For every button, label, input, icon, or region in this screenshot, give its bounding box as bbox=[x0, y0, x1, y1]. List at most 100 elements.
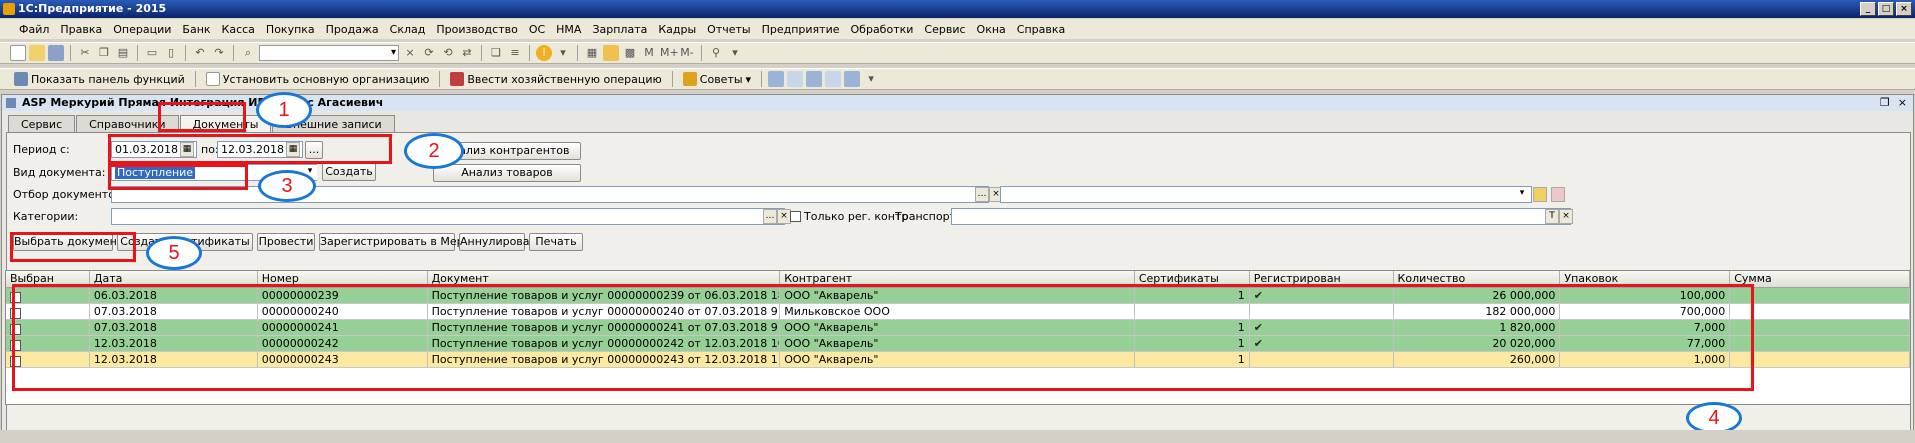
transport-clear-icon[interactable]: × bbox=[1559, 209, 1573, 224]
annul-button[interactable]: Аннулировать bbox=[459, 233, 542, 251]
functions-toolbar: Показать панель функций Установить основ… bbox=[0, 68, 1915, 90]
copy-icon[interactable]: ❐ bbox=[96, 45, 112, 61]
separator bbox=[137, 45, 138, 61]
categories-input[interactable] bbox=[111, 208, 785, 225]
reset-filter-icon[interactable] bbox=[1551, 187, 1565, 202]
cell-sum bbox=[1730, 304, 1910, 319]
only-reg-label: Только рег. контр bbox=[804, 210, 909, 223]
report-icon[interactable] bbox=[768, 71, 785, 87]
menu-item-2[interactable]: Операции bbox=[108, 23, 177, 36]
find-prev-icon[interactable]: ⟲ bbox=[440, 45, 456, 61]
callout-1: 1 bbox=[256, 92, 312, 128]
categories-clear-icon[interactable]: × bbox=[777, 209, 791, 224]
enter-operation-label: Ввести хозяйственную операцию bbox=[467, 72, 662, 86]
menu-bar: Файл Правка Операции Банк Касса Покупка Продаж… bbox=[0, 19, 1915, 39]
register-mercury-button[interactable]: Зарегистрировать в Меркурии bbox=[319, 233, 498, 251]
transport-input[interactable] bbox=[951, 208, 1571, 225]
separator bbox=[233, 45, 234, 61]
analyze-goods-button[interactable]: Анализ товаров bbox=[433, 164, 581, 182]
table-icon[interactable]: ▦ bbox=[584, 45, 600, 61]
transport-type-icon[interactable]: T bbox=[1545, 209, 1559, 224]
post-button[interactable]: Провести bbox=[257, 233, 315, 251]
menu-item-10[interactable]: НМА bbox=[551, 23, 587, 36]
maximize-button[interactable]: □ bbox=[1878, 2, 1894, 16]
menu-item-9[interactable]: ОС bbox=[524, 23, 551, 36]
save-filter-icon[interactable] bbox=[1533, 187, 1547, 202]
transport-label: Транспорт: bbox=[895, 210, 960, 223]
memory-plus-icon[interactable]: M+ bbox=[660, 45, 679, 61]
tab-service[interactable]: Сервис bbox=[8, 115, 76, 133]
menu-item-7[interactable]: Склад bbox=[385, 23, 432, 36]
menu-item-13[interactable]: Отчеты bbox=[702, 23, 756, 36]
dropdown-icon[interactable]: ▾ bbox=[555, 45, 571, 61]
replace-icon[interactable]: ⇄ bbox=[459, 45, 475, 61]
windows-icon[interactable]: ❏ bbox=[488, 45, 504, 61]
info-icon[interactable]: i bbox=[536, 45, 552, 61]
close-button[interactable]: × bbox=[1896, 2, 1912, 16]
standard-toolbar: ✂ ❐ ▤ ▭ ▯ ↶ ↷ ⌕ × ⟳ ⟲ ⇄ ❏ ≡ i ▾ ▦ ▩ M M+… bbox=[0, 42, 1915, 64]
form-restore-button[interactable]: ❐ bbox=[1880, 95, 1890, 111]
cell-sum bbox=[1730, 352, 1910, 367]
chevron-down-icon[interactable]: ▾ bbox=[1515, 187, 1529, 202]
cut-icon[interactable]: ✂ bbox=[77, 45, 93, 61]
menu-item-14[interactable]: Предприятие bbox=[757, 23, 846, 36]
highlight-doc-type bbox=[108, 164, 248, 190]
separator bbox=[439, 71, 441, 87]
menu-item-16[interactable]: Сервис bbox=[919, 23, 971, 36]
create-button[interactable]: Создать bbox=[322, 163, 376, 181]
search-combo[interactable] bbox=[259, 45, 399, 61]
memory-m-icon[interactable]: M bbox=[641, 45, 657, 61]
menu-item-11[interactable]: Зарплата bbox=[587, 23, 653, 36]
dropdown-icon[interactable]: ▾ bbox=[863, 71, 879, 87]
only-reg-checkbox[interactable] bbox=[790, 211, 801, 222]
print-button[interactable]: Печать bbox=[529, 233, 583, 251]
menu-item-1[interactable]: Правка bbox=[55, 23, 108, 36]
register-icon[interactable] bbox=[844, 71, 861, 87]
tips-button[interactable]: Советы ▾ bbox=[679, 70, 755, 88]
set-org-button[interactable]: Установить основную организацию bbox=[202, 70, 434, 88]
col-sum[interactable]: Сумма bbox=[1730, 271, 1910, 287]
menu-item-5[interactable]: Покупка bbox=[261, 23, 321, 36]
menu-item-6[interactable]: Продажа bbox=[321, 23, 385, 36]
preview-icon[interactable]: ▯ bbox=[163, 45, 179, 61]
find-next-icon[interactable]: ⟳ bbox=[421, 45, 437, 61]
menu-item-0[interactable]: Файл bbox=[14, 23, 55, 36]
filter-select-icon[interactable]: … bbox=[975, 187, 989, 202]
catalog-icon[interactable] bbox=[806, 71, 823, 87]
show-panel-button[interactable]: Показать панель функций bbox=[10, 70, 189, 88]
calendar-icon[interactable] bbox=[603, 45, 619, 61]
save-icon[interactable] bbox=[48, 45, 64, 61]
find-icon[interactable]: ⌕ bbox=[240, 45, 256, 61]
menu-item-17[interactable]: Окна bbox=[972, 23, 1012, 36]
dropdown-icon[interactable]: ▾ bbox=[727, 45, 743, 61]
menu-item-4[interactable]: Касса bbox=[217, 23, 261, 36]
memory-minus-icon[interactable]: M- bbox=[679, 45, 695, 61]
menu-item-12[interactable]: Кадры bbox=[653, 23, 702, 36]
form-close-button[interactable]: × bbox=[1898, 95, 1907, 111]
menu-item-3[interactable]: Банк bbox=[177, 23, 216, 36]
enter-operation-button[interactable]: Ввести хозяйственную операцию bbox=[446, 70, 665, 88]
menu-item-15[interactable]: Обработки bbox=[846, 23, 920, 36]
journal-icon[interactable] bbox=[787, 71, 804, 87]
clear-search-icon[interactable]: × bbox=[402, 45, 418, 61]
menu-item-8[interactable]: Производство bbox=[431, 23, 523, 36]
tools-icon[interactable]: ⚲ bbox=[708, 45, 724, 61]
categories-select-icon[interactable]: … bbox=[763, 209, 777, 224]
highlight-table bbox=[12, 284, 1754, 391]
redo-icon[interactable]: ↷ bbox=[211, 45, 227, 61]
filter-value-input[interactable] bbox=[1000, 186, 1532, 203]
new-icon[interactable] bbox=[10, 45, 26, 61]
open-icon[interactable] bbox=[29, 45, 45, 61]
list-icon[interactable]: ≡ bbox=[507, 45, 523, 61]
print-icon[interactable]: ▭ bbox=[144, 45, 160, 61]
categories-label: Категории: bbox=[13, 210, 79, 223]
undo-icon[interactable]: ↶ bbox=[192, 45, 208, 61]
paste-icon[interactable]: ▤ bbox=[115, 45, 131, 61]
separator bbox=[529, 45, 530, 61]
tips-icon bbox=[682, 72, 697, 86]
calculator-icon[interactable]: ▩ bbox=[622, 45, 638, 61]
minimize-button[interactable]: _ bbox=[1860, 2, 1876, 16]
cell-sum bbox=[1730, 288, 1910, 303]
menu-item-18[interactable]: Справка bbox=[1012, 23, 1071, 36]
document-icon[interactable] bbox=[825, 71, 842, 87]
